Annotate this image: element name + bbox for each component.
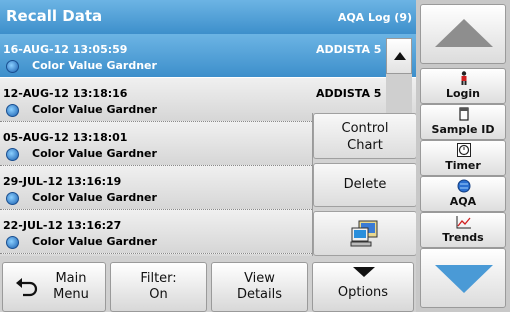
trend-chart-icon <box>456 216 471 229</box>
timer-button[interactable]: Timer <box>420 140 506 176</box>
main-menu-label: Main Menu <box>43 271 99 303</box>
arrow-down-icon <box>435 265 493 293</box>
timer-icon <box>457 143 471 157</box>
main-menu-label-line1: Main <box>55 271 87 286</box>
trends-button[interactable]: Trends <box>420 212 506 248</box>
person-icon <box>461 71 467 85</box>
list-item[interactable]: 16-AUG-12 13:05:59 ADDISTA 5 Color Value… <box>0 34 416 78</box>
main-menu-label-line2: Menu <box>53 287 89 302</box>
chevron-down-icon <box>353 267 375 277</box>
scroll-up-button[interactable] <box>386 38 412 74</box>
bottom-bar: Main Menu Filter: On View Details Option… <box>0 256 416 312</box>
row-parameter: Color Value Gardner <box>32 59 157 72</box>
control-chart-label-line1: Control <box>341 121 389 136</box>
arrow-up-icon <box>435 19 493 47</box>
sample-id-label: Sample ID <box>431 123 495 136</box>
row-date: 05-AUG-12 13:18:01 <box>3 131 128 144</box>
main-menu-button[interactable]: Main Menu <box>2 262 106 312</box>
globe-icon <box>6 236 19 249</box>
scroll-down-nav-button[interactable] <box>420 248 506 308</box>
globe-icon <box>6 104 19 117</box>
delete-button[interactable]: Delete <box>313 163 417 207</box>
aqa-globe-icon <box>457 179 471 193</box>
arrow-up-icon <box>394 52 406 60</box>
login-label: Login <box>445 87 481 100</box>
options-popup: Control Chart Delete <box>312 113 417 256</box>
filter-label-line1: Filter: <box>140 271 177 286</box>
back-arrow-icon <box>16 278 38 297</box>
scroll-up-nav-button[interactable] <box>420 4 506 64</box>
row-date: 12-AUG-12 13:18:16 <box>3 87 128 100</box>
export-button[interactable] <box>313 211 417 256</box>
sample-id-button[interactable]: Sample ID <box>420 104 506 140</box>
row-parameter: Color Value Gardner <box>32 191 157 204</box>
view-details-label-line2: Details <box>236 287 283 302</box>
view-details-button[interactable]: View Details <box>211 262 308 312</box>
globe-icon <box>6 60 19 73</box>
filter-button[interactable]: Filter: On <box>110 262 207 312</box>
filter-label-line2: On <box>149 287 168 302</box>
view-details-label: View Details <box>212 271 307 303</box>
title-bar: Recall Data AQA Log (9) <box>0 0 416 34</box>
options-label: Options <box>337 285 389 300</box>
options-button[interactable]: Options <box>312 262 414 312</box>
sample-vial-icon <box>459 107 469 121</box>
globe-icon <box>6 148 19 161</box>
right-sidebar: Login Sample ID Timer AQA Trends <box>416 0 510 312</box>
filter-label: Filter: On <box>111 271 206 303</box>
login-button[interactable]: Login <box>420 68 506 104</box>
view-details-label-line1: View <box>244 271 275 286</box>
delete-label: Delete <box>343 177 387 192</box>
row-device: ADDISTA 5 <box>316 43 382 56</box>
row-date: 29-JUL-12 13:16:19 <box>3 175 122 188</box>
aqa-button[interactable]: AQA <box>420 176 506 212</box>
control-chart-label-line2: Chart <box>347 138 383 153</box>
row-parameter: Color Value Gardner <box>32 147 157 160</box>
timer-label: Timer <box>445 159 481 172</box>
aqa-label: AQA <box>449 195 477 208</box>
row-date: 16-AUG-12 13:05:59 <box>3 43 128 56</box>
page-title: Recall Data <box>6 7 103 25</box>
row-date: 22-JUL-12 13:16:27 <box>3 219 122 232</box>
row-device: ADDISTA 5 <box>316 87 382 100</box>
row-parameter: Color Value Gardner <box>32 235 157 248</box>
row-parameter: Color Value Gardner <box>32 103 157 116</box>
trends-label: Trends <box>442 231 484 244</box>
log-label: AQA Log (9) <box>337 11 412 24</box>
globe-icon <box>6 192 19 205</box>
computer-export-icon <box>350 220 378 247</box>
control-chart-button[interactable]: Control Chart <box>313 113 417 159</box>
